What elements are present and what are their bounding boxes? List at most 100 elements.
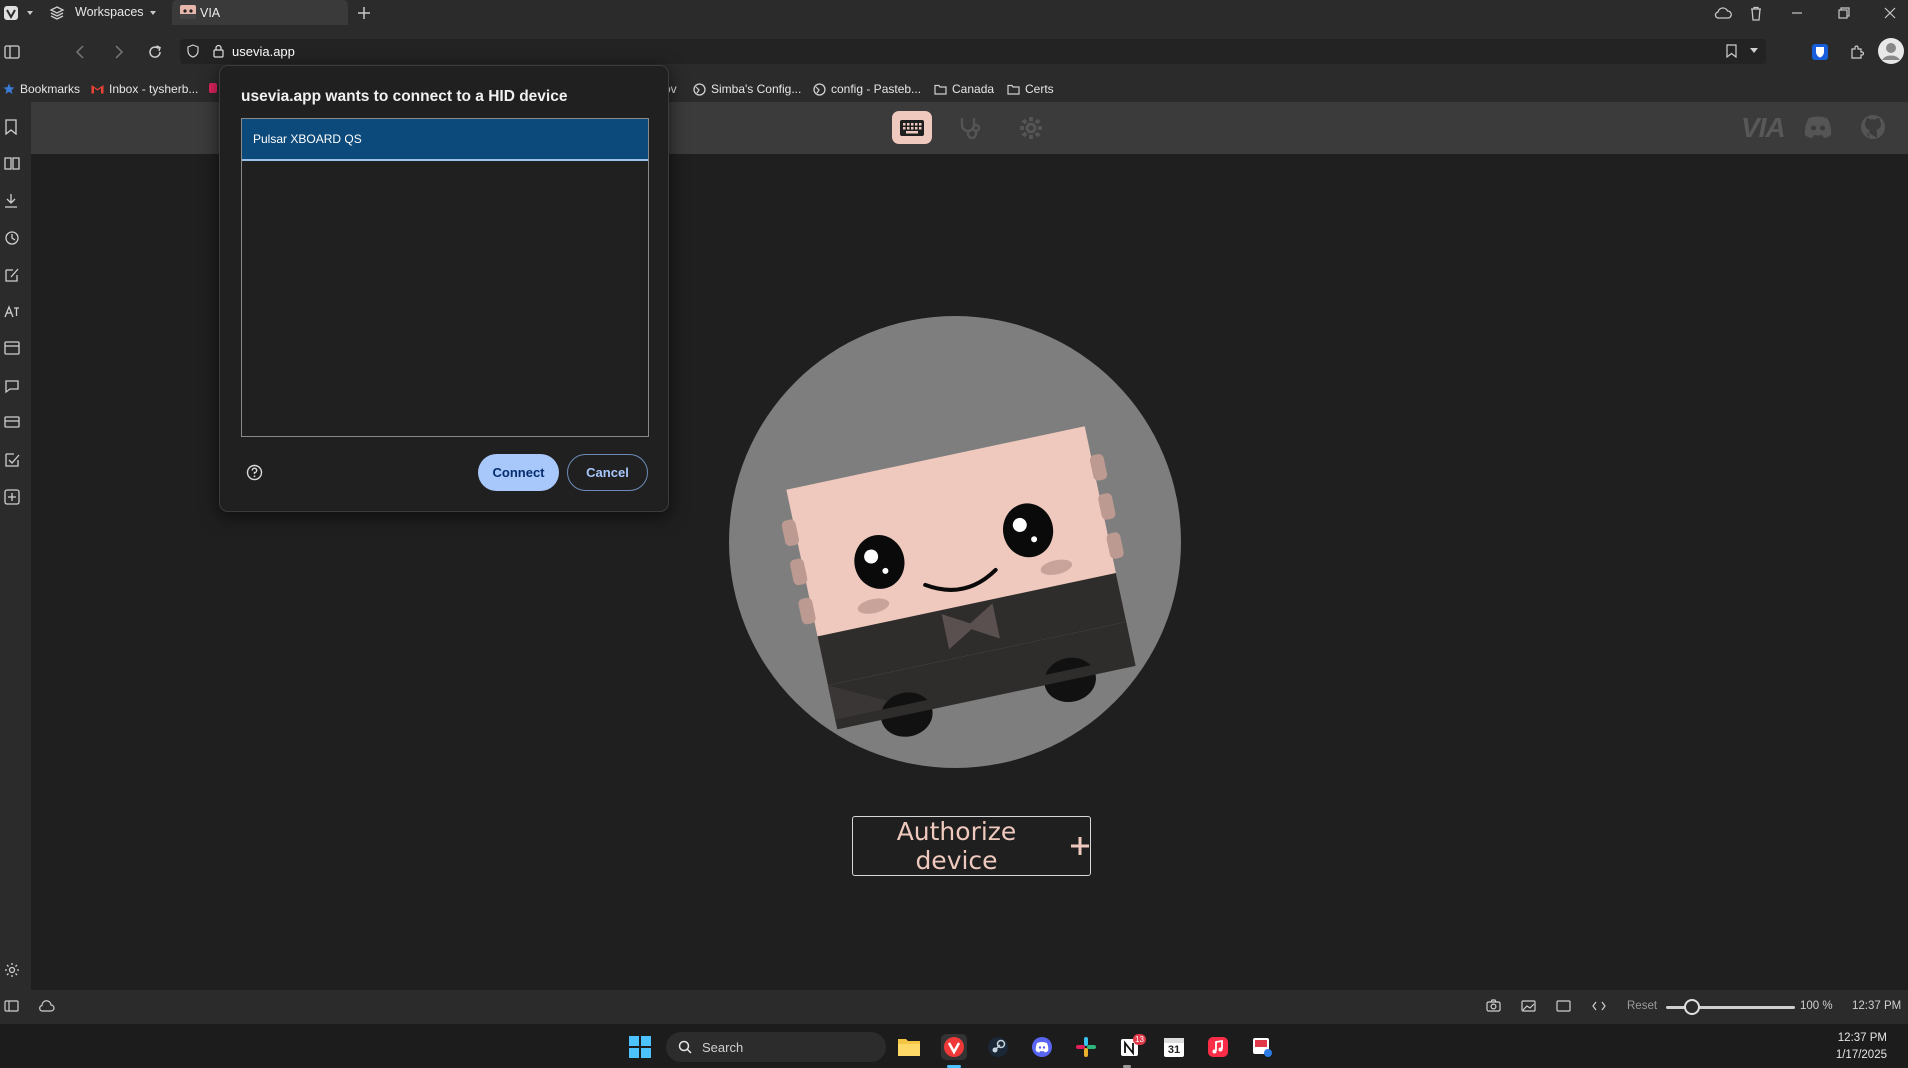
panel-toggle-status-icon[interactable] (4, 1000, 19, 1012)
workspaces-label[interactable]: Workspaces (75, 5, 144, 19)
red-site-icon (209, 82, 217, 94)
search-placeholder: Search (702, 1040, 744, 1055)
shield-icon[interactable] (187, 44, 199, 58)
settings-gear-icon[interactable] (1018, 115, 1044, 141)
hid-permission-dialog: usevia.app wants to connect to a HID dev… (219, 65, 669, 512)
folder-icon (934, 84, 947, 95)
zoom-slider-handle[interactable] (1683, 999, 1700, 1015)
history-icon[interactable] (4, 230, 20, 246)
configure-keyboard-tab[interactable] (892, 111, 932, 144)
new-tab-icon[interactable] (355, 4, 373, 22)
folder-icon (1007, 84, 1020, 95)
minimize-icon[interactable] (1788, 4, 1806, 22)
windows-start-icon[interactable] (629, 1036, 651, 1058)
chat-icon[interactable] (4, 378, 20, 394)
music-icon[interactable] (1205, 1034, 1231, 1060)
via-logo[interactable]: VIA (1741, 112, 1786, 144)
back-icon[interactable] (75, 45, 85, 59)
bitwarden-extension-icon[interactable] (1812, 44, 1828, 60)
page-actions-icon[interactable] (1592, 1001, 1606, 1011)
vivaldi-taskbar-icon[interactable] (941, 1034, 967, 1060)
steam-icon[interactable] (985, 1034, 1011, 1060)
tab-title: VIA (200, 6, 221, 20)
device-list[interactable]: Pulsar XBOARD QS (241, 118, 649, 437)
window-panel-icon[interactable] (4, 341, 20, 357)
cloud-sync-icon[interactable] (1714, 4, 1732, 22)
close-window-icon[interactable] (1881, 4, 1899, 22)
capture-icon[interactable] (1486, 999, 1501, 1012)
notes-icon[interactable] (4, 267, 20, 283)
downloads-icon[interactable] (4, 193, 20, 209)
dialog-title: usevia.app wants to connect to a HID dev… (241, 88, 568, 105)
bookmark-label: Canada (952, 82, 995, 96)
bookmark-red-site[interactable] (209, 82, 217, 94)
url-dropdown-icon[interactable] (1749, 47, 1759, 55)
taskbar-clock-time[interactable]: 12:37 PM (1838, 1032, 1887, 1044)
tab-bar: Workspaces VIA (0, 0, 1908, 25)
trash-icon[interactable] (1747, 4, 1765, 22)
discord-taskbar-icon[interactable] (1029, 1034, 1055, 1060)
bookmark-label: config - Pasteb... (831, 82, 922, 96)
github-icon[interactable] (1860, 114, 1886, 140)
status-clock: 12:37 PM (1852, 1000, 1902, 1012)
notion-badge: 13 (1133, 1034, 1146, 1045)
settings-icon[interactable] (4, 962, 20, 978)
bookmark-simbas-config[interactable]: Simba's Config... (693, 82, 801, 96)
stethoscope-icon[interactable] (957, 115, 983, 141)
connect-button[interactable]: Connect (478, 454, 559, 491)
restore-icon[interactable] (1835, 4, 1853, 22)
authorize-device-button[interactable]: Authorize device (852, 816, 1091, 876)
reload-icon[interactable] (147, 44, 163, 60)
tab-via[interactable]: VIA (172, 0, 348, 25)
bookmark-inbox[interactable]: Inbox - tysherb... (91, 82, 198, 96)
translate-icon[interactable] (4, 304, 20, 320)
zoom-reset-button[interactable]: Reset (1627, 1000, 1657, 1012)
via-mascot-illustration (729, 316, 1181, 768)
device-name: Pulsar XBOARD QS (253, 132, 362, 146)
url-field[interactable]: usevia.app (180, 39, 1766, 64)
workspaces-chevron-icon[interactable] (144, 4, 162, 22)
bookmark-config-pastebin[interactable]: config - Pasteb... (813, 82, 921, 96)
forward-icon[interactable] (114, 45, 124, 59)
star-icon (3, 83, 15, 95)
profile-avatar[interactable] (1878, 38, 1904, 64)
sync-cloud-icon[interactable] (38, 1000, 55, 1012)
images-icon[interactable] (1521, 1000, 1536, 1012)
device-list-item-selected[interactable]: Pulsar XBOARD QS (242, 119, 648, 161)
plus-icon (1070, 836, 1090, 856)
bookmark-folder-certs[interactable]: Certs (1007, 82, 1054, 96)
workspaces-icon[interactable] (48, 4, 66, 22)
chevron-down-icon[interactable] (21, 4, 39, 22)
search-icon (678, 1040, 692, 1054)
side-panel (0, 102, 31, 990)
bookmark-bookmarks[interactable]: Bookmarks (3, 82, 80, 96)
lock-icon[interactable] (213, 44, 224, 58)
taskbar-clock-date[interactable]: 1/17/2025 (1836, 1049, 1887, 1061)
panel-toggle-icon[interactable] (4, 45, 20, 59)
reading-list-icon[interactable] (4, 156, 20, 172)
add-panel-icon[interactable] (4, 489, 20, 505)
bookmark-label: Simba's Config... (711, 82, 802, 96)
status-bar: Reset 100 % 12:37 PM (0, 990, 1908, 1023)
file-explorer-icon[interactable] (896, 1034, 922, 1060)
authorize-device-label: Authorize device (896, 817, 1017, 875)
bookmark-label: Bookmarks (20, 82, 81, 96)
bookmark-page-icon[interactable] (1726, 44, 1737, 58)
snipping-tool-icon[interactable] (1249, 1034, 1275, 1060)
extensions-icon[interactable] (1849, 44, 1865, 60)
url-text[interactable]: usevia.app (232, 44, 295, 59)
keyboard-icon (899, 119, 925, 137)
bookmark-folder-canada[interactable]: Canada (934, 82, 994, 96)
bookmarks-panel-icon[interactable] (4, 119, 20, 135)
discord-icon[interactable] (1803, 115, 1833, 139)
cancel-button[interactable]: Cancel (567, 454, 648, 491)
help-icon[interactable] (246, 464, 263, 481)
slack-icon[interactable] (1073, 1034, 1099, 1060)
tasks-icon[interactable] (4, 452, 20, 468)
bookmark-label: Inbox - tysherb... (109, 82, 199, 96)
windows-taskbar: Search 13 31 12:37 PM 1/17/2025 (0, 1023, 1908, 1068)
taskbar-search[interactable]: Search (666, 1032, 886, 1062)
mail-icon[interactable] (4, 415, 20, 431)
page-tiling-icon[interactable] (1556, 1000, 1571, 1012)
vivaldi-menu-icon[interactable] (2, 4, 20, 22)
